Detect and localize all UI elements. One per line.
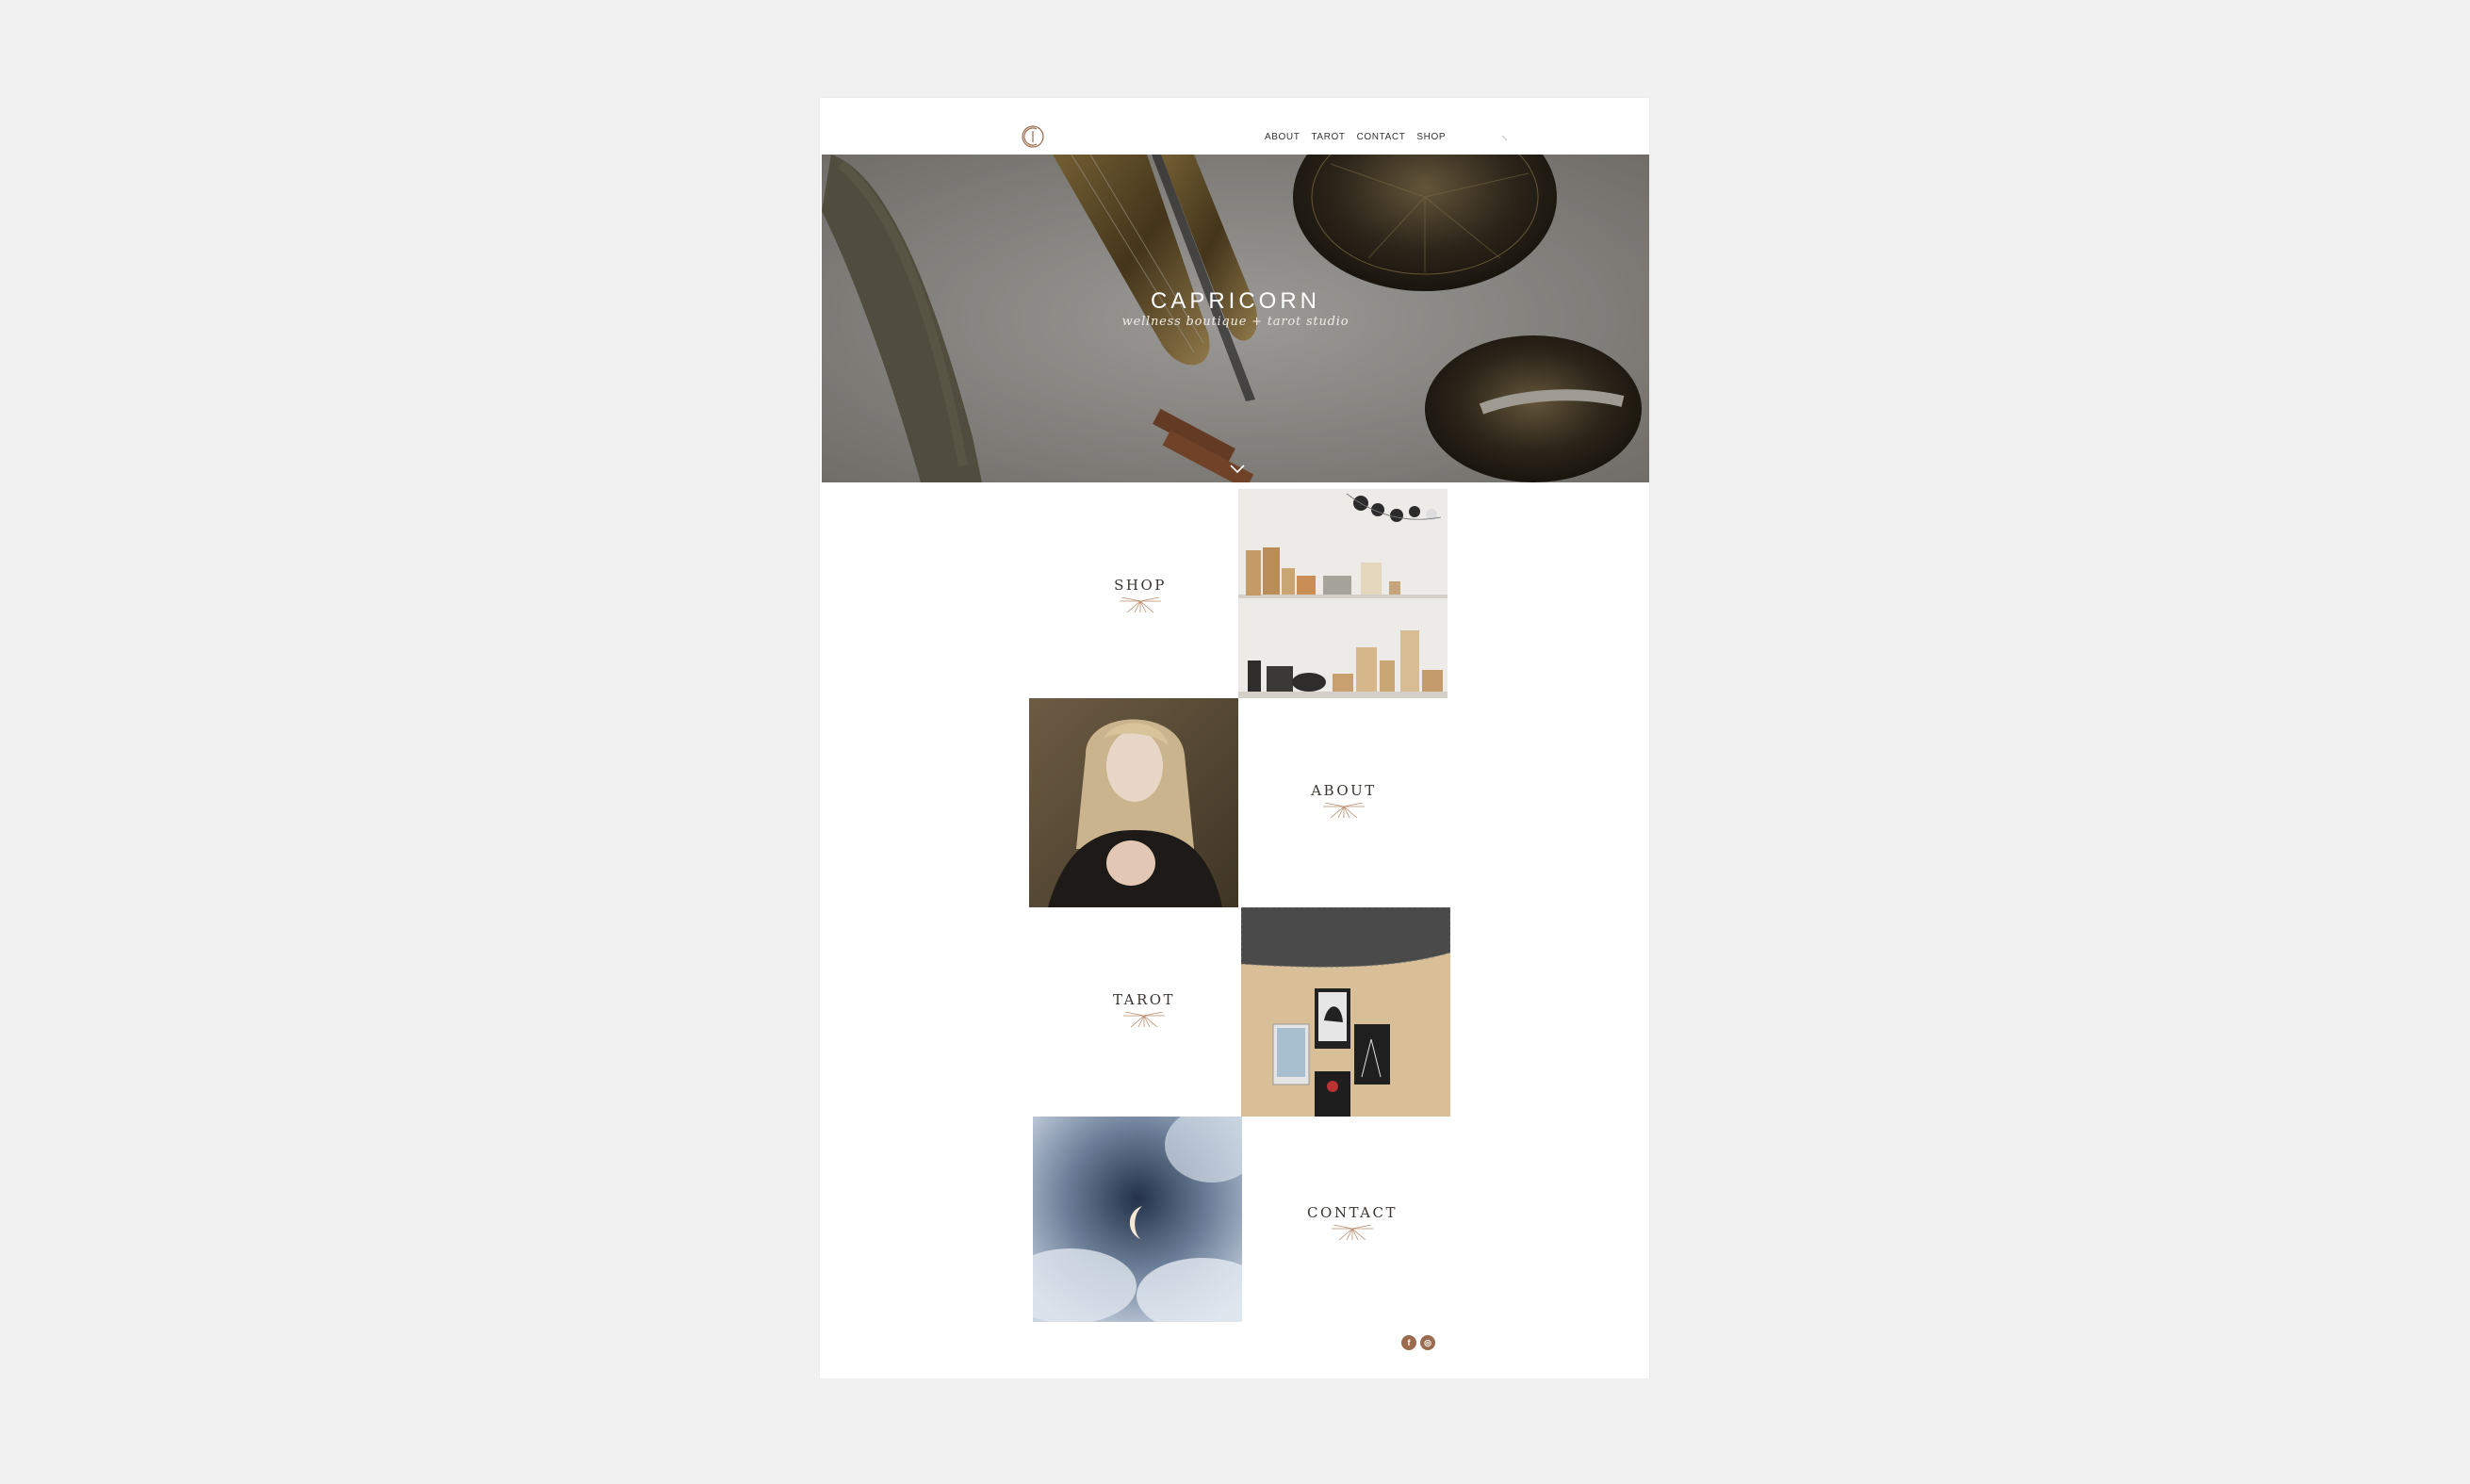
moon-clouds-photo[interactable]: [1033, 1117, 1242, 1322]
brand-title: CAPRICORN: [1150, 288, 1320, 314]
tarot-cards-photo[interactable]: [1241, 907, 1450, 1117]
main-nav: ABOUT TAROT CONTACT SHOP: [1265, 132, 1446, 142]
section-contact-link[interactable]: CONTACT: [1291, 1204, 1414, 1240]
facebook-icon[interactable]: f: [1401, 1335, 1416, 1350]
chevron-down-icon[interactable]: [1229, 464, 1246, 475]
sunburst-icon: [1123, 1012, 1165, 1027]
sunburst-icon: [1323, 803, 1365, 818]
site-header: ABOUT TAROT CONTACT SHOP: [820, 98, 1649, 155]
section-about-link[interactable]: ABOUT: [1287, 782, 1400, 818]
section-label-shop: SHOP: [1114, 577, 1167, 594]
hero-banner: CAPRICORN wellness boutique + tarot stud…: [822, 155, 1649, 482]
brand-tagline: wellness boutique + tarot studio: [1121, 315, 1350, 329]
section-label-contact: CONTACT: [1307, 1204, 1398, 1221]
section-label-about: ABOUT: [1311, 782, 1377, 799]
social-links: f ◎: [1401, 1335, 1435, 1350]
woman-portrait-photo[interactable]: [1029, 698, 1238, 907]
instagram-icon[interactable]: ◎: [1420, 1335, 1435, 1350]
sunburst-icon: [1332, 1225, 1373, 1240]
shop-shelves-photo[interactable]: [1238, 489, 1448, 698]
section-shop-link[interactable]: SHOP: [1093, 577, 1187, 612]
section-tarot-link[interactable]: TAROT: [1088, 991, 1201, 1027]
nav-contact[interactable]: CONTACT: [1357, 132, 1406, 142]
site-page: ABOUT TAROT CONTACT SHOP CAPRICORN welln…: [820, 98, 1649, 1378]
nav-tarot[interactable]: TAROT: [1311, 132, 1345, 142]
sunburst-icon: [1120, 597, 1161, 612]
section-label-tarot: TAROT: [1112, 991, 1176, 1008]
nav-shop[interactable]: SHOP: [1416, 132, 1446, 142]
nav-about[interactable]: ABOUT: [1265, 132, 1300, 142]
search-icon[interactable]: [1501, 135, 1509, 142]
logo-icon[interactable]: [1021, 124, 1045, 149]
